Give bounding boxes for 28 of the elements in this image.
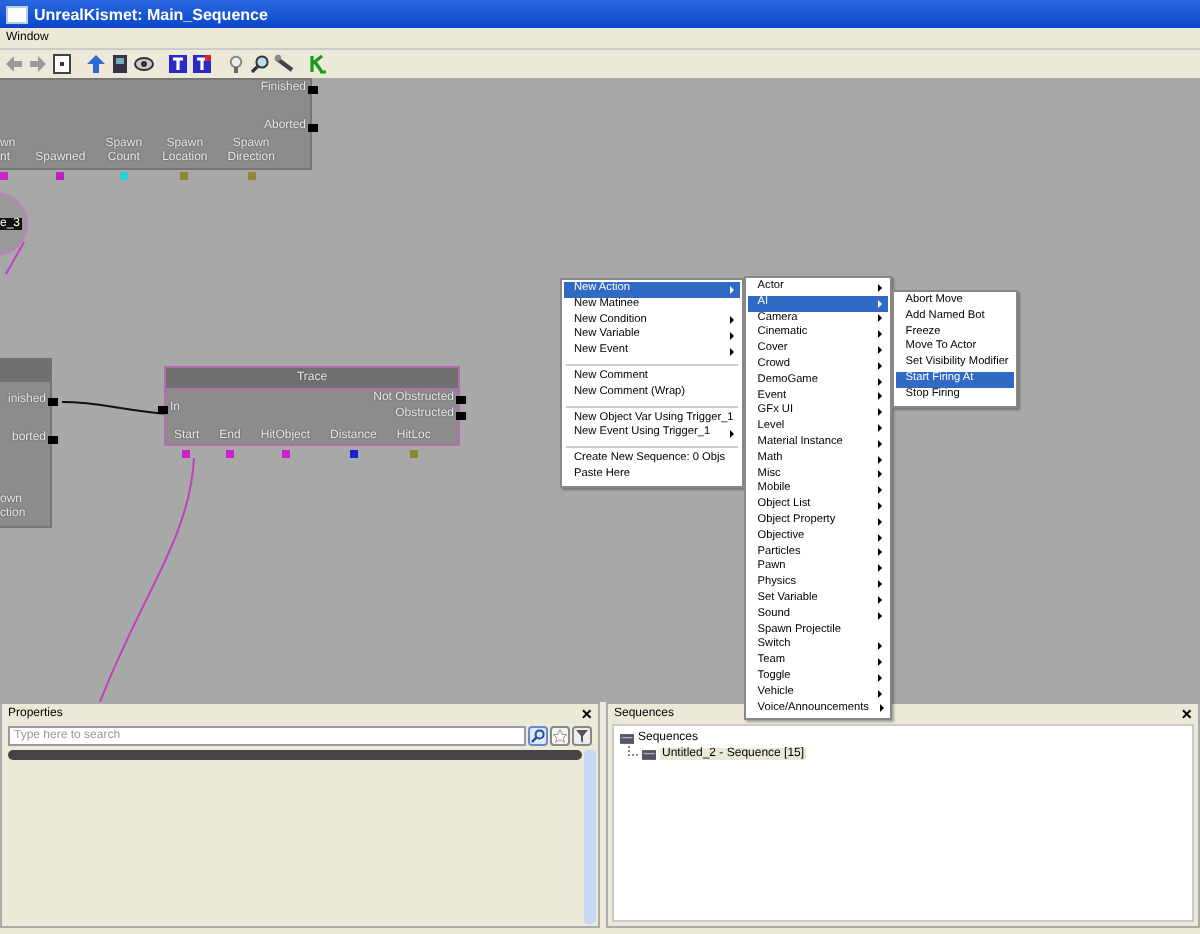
letter-k-icon[interactable]	[308, 54, 328, 74]
frame-icon[interactable]	[52, 54, 72, 74]
search-icon[interactable]	[250, 54, 270, 74]
close-button[interactable]: ×	[581, 705, 592, 723]
variable-connector[interactable]	[349, 450, 358, 458]
input-connector[interactable]	[158, 405, 168, 413]
close-button[interactable]: ×	[1181, 705, 1192, 723]
output-connector[interactable]	[308, 123, 318, 131]
star-icon[interactable]	[550, 726, 570, 746]
filter-icon[interactable]	[572, 726, 592, 746]
output-connector[interactable]	[48, 435, 58, 443]
eye-icon[interactable]	[134, 54, 154, 74]
wire	[5, 241, 25, 275]
search-icon[interactable]	[528, 726, 548, 746]
folder-icon	[620, 733, 634, 743]
window-title: UnrealKismet: Main_Sequence	[34, 5, 268, 23]
wrench-icon[interactable]	[274, 54, 294, 74]
text-tool-icon[interactable]	[168, 54, 188, 74]
light-bulb-icon[interactable]	[226, 54, 246, 74]
output-connector[interactable]	[308, 85, 318, 93]
document-icon[interactable]	[110, 54, 130, 74]
window-icon	[6, 5, 28, 23]
scrollbar[interactable]	[584, 750, 596, 924]
output-connector[interactable]	[48, 397, 58, 405]
wire	[61, 401, 169, 415]
up-arrow-icon[interactable]	[86, 54, 106, 74]
sequence-icon	[642, 749, 656, 759]
text-tool-icon[interactable]	[192, 54, 212, 74]
